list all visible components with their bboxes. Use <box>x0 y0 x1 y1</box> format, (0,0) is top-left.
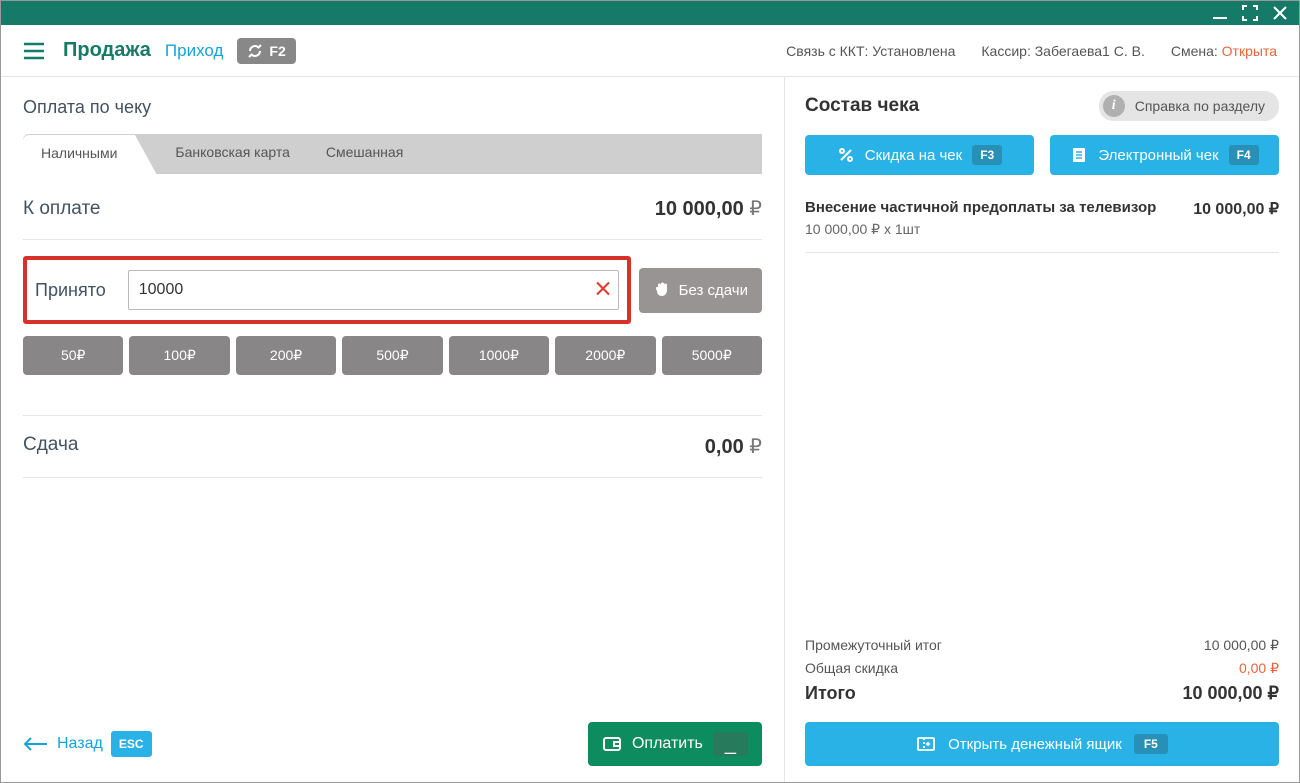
page-title-sale: Продажа <box>63 39 151 62</box>
percent-icon <box>837 146 855 164</box>
refresh-button[interactable]: F2 <box>237 38 295 64</box>
payment-title: Оплата по чеку <box>23 97 762 118</box>
money-2000[interactable]: 2000₽ <box>555 336 655 375</box>
money-buttons: 50₽ 100₽ 200₽ 500₽ 1000₽ 2000₽ 5000₽ <box>23 336 762 375</box>
page-title-income: Приход <box>165 41 223 61</box>
wallet-icon <box>602 735 622 753</box>
window-titlebar <box>1 1 1299 25</box>
discount-row: Общая скидка 0,00 ₽ <box>805 660 1279 677</box>
toolbar: Продажа Приход F2 Связь с ККТ: Установле… <box>1 25 1299 77</box>
to-pay-row: К оплате 10 000,00 ₽ <box>23 174 762 240</box>
open-drawer-button[interactable]: Открыть денежный ящик F5 <box>805 722 1279 766</box>
clear-input-icon[interactable] <box>595 281 611 300</box>
money-5000[interactable]: 5000₽ <box>662 336 762 375</box>
refresh-key: F2 <box>269 43 285 59</box>
money-200[interactable]: 200₽ <box>236 336 336 375</box>
tab-mixed[interactable]: Смешанная <box>308 134 421 173</box>
no-change-button[interactable]: Без сдачи <box>639 268 762 313</box>
hand-icon <box>653 281 671 299</box>
to-pay-label: К оплате <box>23 198 101 220</box>
back-key: ESC <box>111 731 152 757</box>
help-button[interactable]: i Справка по разделу <box>1099 91 1279 121</box>
money-100[interactable]: 100₽ <box>129 336 229 375</box>
item-price: 10 000,00 ₽ <box>1193 199 1279 238</box>
check-title: Состав чека <box>805 95 919 117</box>
change-row: Сдача 0,00 ₽ <box>23 415 762 478</box>
check-item: Внесение частичной предоплаты за телевиз… <box>805 193 1279 253</box>
money-50[interactable]: 50₽ <box>23 336 123 375</box>
money-1000[interactable]: 1000₽ <box>449 336 549 375</box>
pay-key: _ <box>713 732 748 756</box>
kkt-status: Связь с ККТ: Установлена <box>786 43 955 59</box>
info-icon: i <box>1103 95 1125 117</box>
receipt-icon <box>1070 146 1088 164</box>
menu-icon[interactable] <box>23 42 45 60</box>
tab-cash[interactable]: Наличными <box>23 135 135 174</box>
close-icon[interactable] <box>1271 4 1289 22</box>
pay-button[interactable]: Оплатить _ <box>588 722 762 766</box>
item-name: Внесение частичной предоплаты за телевиз… <box>805 199 1156 216</box>
discount-key: F3 <box>972 145 1002 165</box>
received-input[interactable] <box>128 270 619 310</box>
arrow-left-icon <box>23 737 49 751</box>
item-sub: 10 000,00 ₽ x 1шт <box>805 221 1156 238</box>
payment-tabs: Наличными Банковская карта Смешанная <box>23 134 762 174</box>
subtotal-row: Промежуточный итог 10 000,00 ₽ <box>805 637 1279 654</box>
money-500[interactable]: 500₽ <box>342 336 442 375</box>
shift-status: Смена: Открыта <box>1171 43 1277 59</box>
discount-button[interactable]: Скидка на чек F3 <box>805 135 1034 175</box>
echeck-key: F4 <box>1229 145 1259 165</box>
back-button[interactable]: Назад ESC <box>23 731 152 757</box>
fullscreen-icon[interactable] <box>1241 4 1259 22</box>
drawer-key: F5 <box>1134 734 1168 754</box>
drawer-icon <box>916 736 936 752</box>
cashier-status: Кассир: Забегаева1 С. В. <box>981 43 1144 59</box>
total-row: Итого 10 000,00 ₽ <box>805 683 1279 704</box>
received-label: Принято <box>35 280 106 301</box>
received-box: Принято <box>23 256 631 324</box>
tab-card[interactable]: Банковская карта <box>157 134 307 173</box>
minimize-icon[interactable] <box>1211 4 1229 22</box>
change-label: Сдача <box>23 434 78 459</box>
echeck-button[interactable]: Электронный чек F4 <box>1050 135 1279 175</box>
